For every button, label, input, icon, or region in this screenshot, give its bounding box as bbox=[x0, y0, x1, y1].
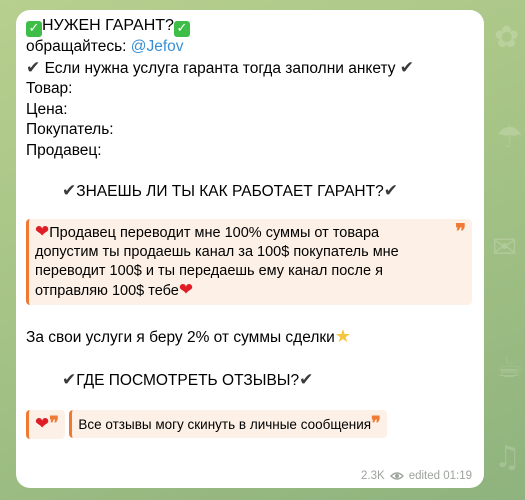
heart-icon: ❤ bbox=[178, 279, 194, 300]
quote-icon: ❞ bbox=[49, 412, 59, 434]
quote-icon: ❞ bbox=[455, 218, 466, 243]
message-header: ✓ НУЖЕН ГАРАНТ? ✓ bbox=[26, 16, 472, 37]
star-icon: ★ bbox=[334, 325, 351, 347]
views-count: 2.3K bbox=[361, 470, 385, 482]
how-it-works-quote-text: Продавец переводит мне 100% суммы от тов… bbox=[35, 224, 399, 299]
check-mark-icon: ✔ bbox=[62, 181, 77, 201]
contact-mention-link[interactable]: @Jefov bbox=[131, 38, 184, 55]
background-doodle: ♫ bbox=[494, 440, 521, 475]
heart-icon: ❤ bbox=[35, 221, 50, 242]
edited-timestamp: edited 01:19 bbox=[408, 470, 472, 482]
background-doodle: ✉ bbox=[492, 230, 518, 265]
form-field-buyer: Покупатель: bbox=[26, 121, 114, 138]
background-doodle: ☂ bbox=[496, 120, 523, 155]
form-field-seller: Продавец: bbox=[26, 141, 102, 159]
reviews-title: ГДЕ ПОСМОТРЕТЬ ОТЗЫВЫ? bbox=[76, 372, 300, 389]
reviews-heading: ✔ГДЕ ПОСМОТРЕТЬ ОТЗЫВЫ?✔ bbox=[26, 370, 472, 392]
background-doodle: ☕ bbox=[496, 350, 523, 385]
intro-text: Если нужна услуга гаранта тогда заполни … bbox=[44, 59, 396, 77]
how-it-works-title: ЗНАЕШЬ ЛИ ТЫ КАК РАБОТАЕТ ГАРАНТ? bbox=[76, 183, 384, 200]
header-title: НУЖЕН ГАРАНТ? bbox=[42, 17, 174, 34]
heart-quote: ❤❞ bbox=[26, 409, 65, 439]
background-doodle: ✿ bbox=[494, 20, 520, 55]
contact-line: обращайтесь: @Jefov bbox=[26, 37, 472, 58]
heart-icon: ❤ bbox=[35, 413, 50, 434]
check-mark-icon: ✔ bbox=[399, 57, 415, 78]
intro-line: ✔ Если нужна услуга гаранта тогда заполн… bbox=[26, 58, 472, 80]
check-mark-icon: ✔ bbox=[62, 370, 77, 390]
quote-icon: ❞ bbox=[371, 412, 381, 434]
reviews-text: Все отзывы могу скинуть в личные сообщен… bbox=[78, 416, 372, 432]
check-mark-icon: ✔ bbox=[26, 57, 41, 78]
fee-text: За свои услуги я беру 2% от суммы сделки bbox=[26, 328, 335, 346]
contact-prefix: обращайтесь: bbox=[26, 38, 131, 55]
how-it-works-heading: ✔ЗНАЕШЬ ЛИ ТЫ КАК РАБОТАЕТ ГАРАНТ?✔ bbox=[26, 181, 472, 203]
check-mark-icon: ✔ bbox=[383, 181, 398, 201]
check-mark-icon: ✔ bbox=[299, 370, 314, 390]
fee-line: За свои услуги я беру 2% от суммы сделки… bbox=[26, 325, 472, 349]
how-it-works-quote: ❤Продавец переводит мне 100% суммы от то… bbox=[26, 218, 472, 305]
green-check-icon: ✓ bbox=[173, 21, 190, 37]
green-check-icon: ✓ bbox=[26, 21, 42, 37]
form-field-item: Товар: bbox=[26, 80, 73, 97]
eye-icon bbox=[389, 472, 404, 480]
reviews-quote: Все отзывы могу скинуть в личные сообщен… bbox=[69, 409, 387, 438]
message-meta: 2.3K edited 01:19 bbox=[361, 470, 472, 482]
form-field-price: Цена: bbox=[26, 100, 68, 118]
message-bubble[interactable]: ✓ НУЖЕН ГАРАНТ? ✓ обращайтесь: @Jefov ✔ Ес… bbox=[16, 10, 484, 488]
bubble-tail bbox=[23, 462, 37, 476]
